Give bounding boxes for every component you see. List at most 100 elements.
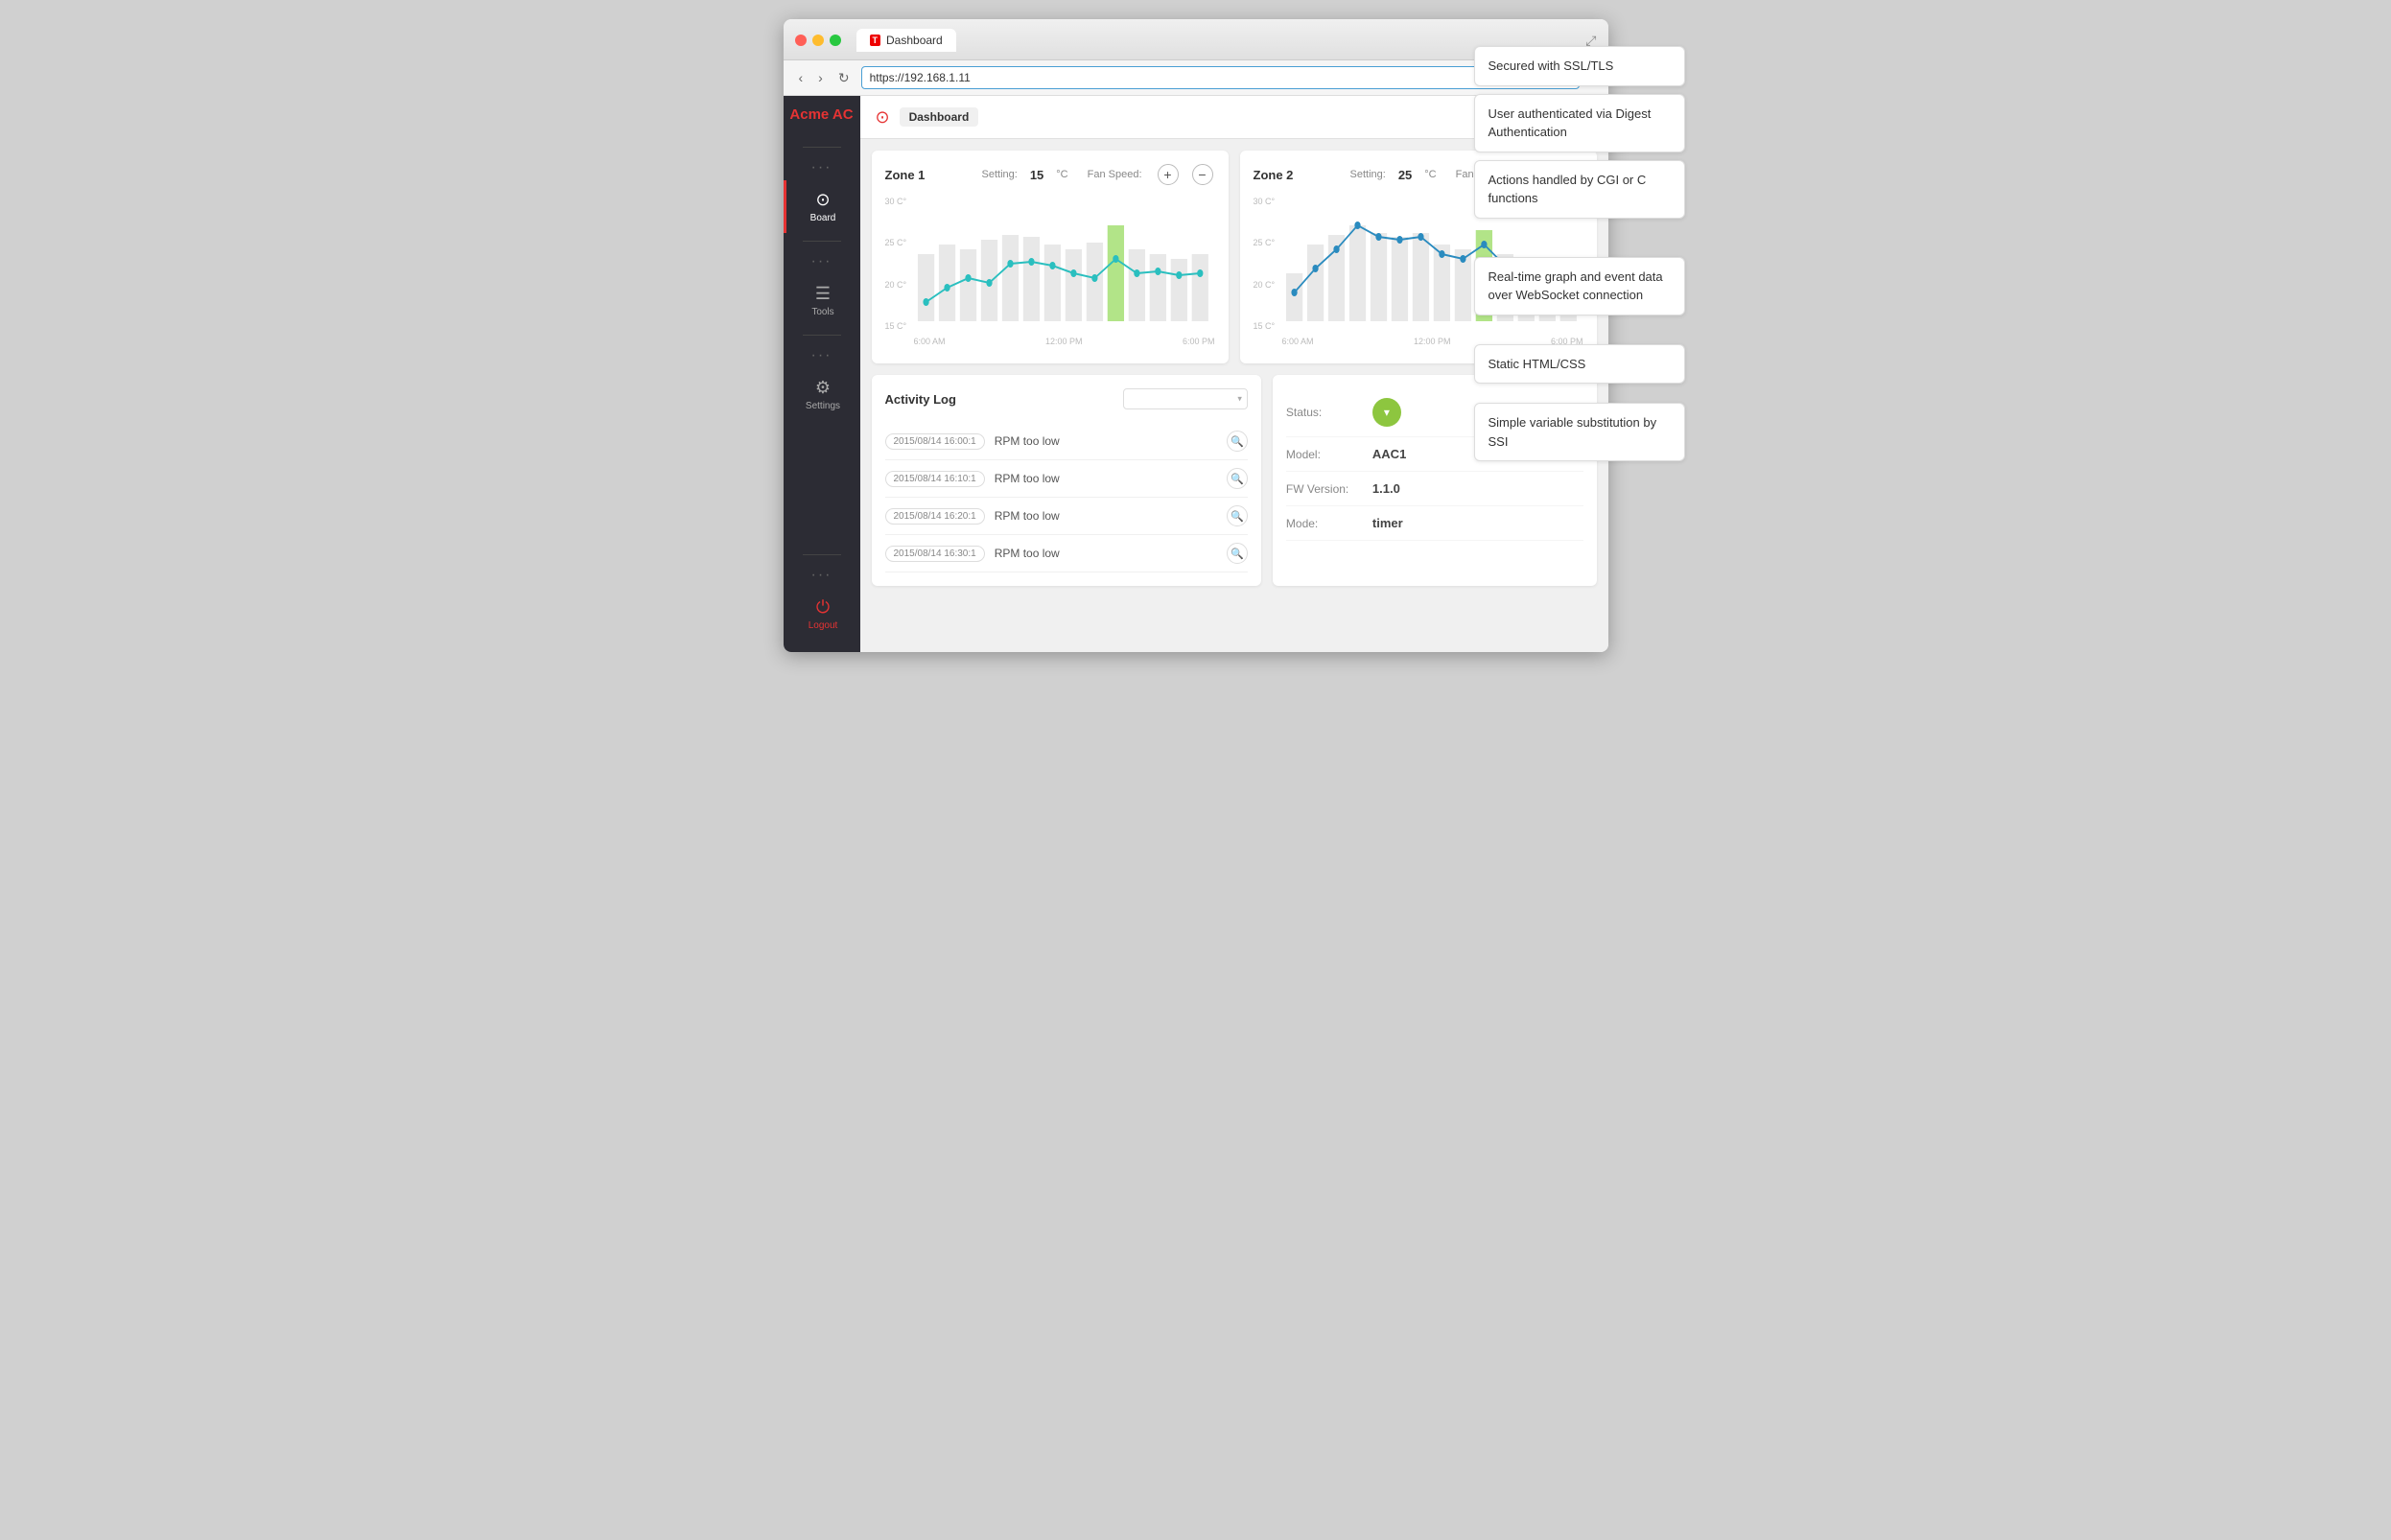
annotation-html: Static HTML/CSS xyxy=(1474,344,1685,385)
sidebar-divider-3 xyxy=(803,335,841,336)
forward-button[interactable]: › xyxy=(814,68,827,87)
status-green-button[interactable]: ▾ xyxy=(1372,398,1401,427)
settings-icon: ⚙ xyxy=(815,378,831,398)
zone1-setting-label: Setting: xyxy=(982,169,1018,180)
sidebar-item-logout[interactable]: ⏻ Logout xyxy=(784,588,860,641)
zone1-header: Zone 1 Setting: 15 °C Fan Speed: + − xyxy=(885,164,1215,185)
sidebar-dots-3: ··· xyxy=(811,347,832,364)
sidebar-divider-1 xyxy=(803,147,841,148)
status-val-fw: 1.1.0 xyxy=(1372,481,1400,496)
status-val-model: AAC1 xyxy=(1372,447,1406,461)
status-key-fw: FW Version: xyxy=(1286,482,1372,496)
log-timestamp-0: 2015/08/14 16:00:1 xyxy=(885,433,985,450)
sidebar-dots-4: ··· xyxy=(811,567,832,584)
log-message-1: RPM too low xyxy=(995,472,1217,485)
zone2-title: Zone 2 xyxy=(1254,168,1341,182)
log-timestamp-2: 2015/08/14 16:20:1 xyxy=(885,508,985,525)
filter-wrapper xyxy=(1123,388,1248,409)
annotations: Secured with SSL/TLS User authenticated … xyxy=(1474,46,1685,469)
log-item: 2015/08/14 16:20:1 RPM too low 🔍 xyxy=(885,498,1248,535)
log-timestamp-1: 2015/08/14 16:10:1 xyxy=(885,471,985,487)
log-search-btn-0[interactable]: 🔍 xyxy=(1227,431,1248,452)
zone1-x-labels: 6:00 AM 12:00 PM 6:00 PM xyxy=(914,333,1215,350)
zone1-fan-label: Fan Speed: xyxy=(1088,169,1142,180)
browser-tab[interactable]: T Dashboard xyxy=(856,29,956,52)
zone1-y-20: 20 C° xyxy=(885,280,914,290)
header-icon: ⊙ xyxy=(876,107,890,128)
zone2-setting-unit: °C xyxy=(1424,169,1436,180)
activity-log-panel: Activity Log 2015/08/14 16:00:1 RPM too … xyxy=(872,375,1261,586)
zone2-y-labels: 30 C° 25 C° 20 C° 15 C° xyxy=(1254,197,1282,331)
zone1-fan-minus[interactable]: − xyxy=(1192,164,1213,185)
status-key-model: Model: xyxy=(1286,448,1372,461)
zone1-svg xyxy=(914,197,1215,331)
board-icon: ⊙ xyxy=(815,190,830,210)
zone1-y-labels: 30 C° 25 C° 20 C° 15 C° xyxy=(885,197,914,331)
sidebar-label-logout: Logout xyxy=(809,620,838,631)
log-item: 2015/08/14 16:00:1 RPM too low 🔍 xyxy=(885,423,1248,460)
zone1-y-25: 25 C° xyxy=(885,238,914,247)
zone2-x-6am: 6:00 AM xyxy=(1282,337,1314,346)
maximize-button[interactable] xyxy=(830,35,841,46)
zone1-x-6am: 6:00 AM xyxy=(914,337,946,346)
refresh-button[interactable]: ↻ xyxy=(834,68,854,88)
sidebar-dots-1: ··· xyxy=(811,159,832,176)
tab-favicon: T xyxy=(870,35,881,46)
log-search-btn-1[interactable]: 🔍 xyxy=(1227,468,1248,489)
zone1-setting-unit: °C xyxy=(1056,169,1067,180)
log-filter-select[interactable] xyxy=(1123,388,1248,409)
zone1-title: Zone 1 xyxy=(885,168,973,182)
zone2-y-15: 15 C° xyxy=(1254,321,1282,331)
status-key-status: Status: xyxy=(1286,406,1372,419)
zone2-x-12pm: 12:00 PM xyxy=(1414,337,1451,346)
zone1-setting-value: 15 xyxy=(1030,168,1043,182)
log-message-2: RPM too low xyxy=(995,509,1217,523)
sidebar-item-tools[interactable]: ☰ Tools xyxy=(784,274,860,327)
log-item: 2015/08/14 16:30:1 RPM too low 🔍 xyxy=(885,535,1248,572)
header-badge: Dashboard xyxy=(900,107,979,127)
back-button[interactable]: ‹ xyxy=(795,68,808,87)
zone2-setting-value: 25 xyxy=(1398,168,1412,182)
tools-icon: ☰ xyxy=(815,284,831,304)
brand-logo: Acme AC xyxy=(789,107,853,124)
log-search-btn-2[interactable]: 🔍 xyxy=(1227,505,1248,526)
status-val-mode: timer xyxy=(1372,516,1403,530)
zone1-chart: 30 C° 25 C° 20 C° 15 C° xyxy=(885,197,1215,350)
annotation-auth: User authenticated via Digest Authentica… xyxy=(1474,94,1685,152)
annotation-ws: Real-time graph and event data over WebS… xyxy=(1474,257,1685,315)
sidebar-label-tools: Tools xyxy=(811,307,833,317)
url-input[interactable] xyxy=(861,66,1581,89)
sidebar-divider-4 xyxy=(803,554,841,555)
close-button[interactable] xyxy=(795,35,807,46)
status-key-mode: Mode: xyxy=(1286,517,1372,530)
log-search-btn-3[interactable]: 🔍 xyxy=(1227,543,1248,564)
zone1-y-15: 15 C° xyxy=(885,321,914,331)
zone2-setting-label: Setting: xyxy=(1350,169,1386,180)
sidebar-item-settings[interactable]: ⚙ Settings xyxy=(784,368,860,421)
sidebar-dots-2: ··· xyxy=(811,253,832,270)
zone1-fan-plus[interactable]: + xyxy=(1158,164,1179,185)
zone1-x-6pm: 6:00 PM xyxy=(1183,337,1215,346)
tab-area: T Dashboard xyxy=(856,29,956,52)
zone2-y-25: 25 C° xyxy=(1254,238,1282,247)
logout-icon: ⏻ xyxy=(816,597,830,618)
zone1-x-12pm: 12:00 PM xyxy=(1045,337,1083,346)
sidebar-item-board[interactable]: ⊙ Board xyxy=(784,180,860,233)
zone1-y-30: 30 C° xyxy=(885,197,914,206)
annotation-ssl: Secured with SSL/TLS xyxy=(1474,46,1685,86)
status-row-fw: FW Version: 1.1.0 xyxy=(1286,472,1583,506)
log-message-3: RPM too low xyxy=(995,547,1217,560)
log-timestamp-3: 2015/08/14 16:30:1 xyxy=(885,546,985,562)
traffic-lights xyxy=(795,35,841,46)
log-item: 2015/08/14 16:10:1 RPM too low 🔍 xyxy=(885,460,1248,498)
activity-log-title: Activity Log xyxy=(885,392,1123,407)
minimize-button[interactable] xyxy=(812,35,824,46)
zone2-y-20: 20 C° xyxy=(1254,280,1282,290)
zone1-panel: Zone 1 Setting: 15 °C Fan Speed: + − 30 … xyxy=(872,151,1229,363)
annotation-cgi: Actions handled by CGI or C functions xyxy=(1474,160,1685,219)
activity-log-header: Activity Log xyxy=(885,388,1248,409)
annotation-ssi: Simple variable substitution by SSI xyxy=(1474,403,1685,461)
log-message-0: RPM too low xyxy=(995,434,1217,448)
status-row-mode: Mode: timer xyxy=(1286,506,1583,541)
sidebar-label-settings: Settings xyxy=(806,401,840,411)
